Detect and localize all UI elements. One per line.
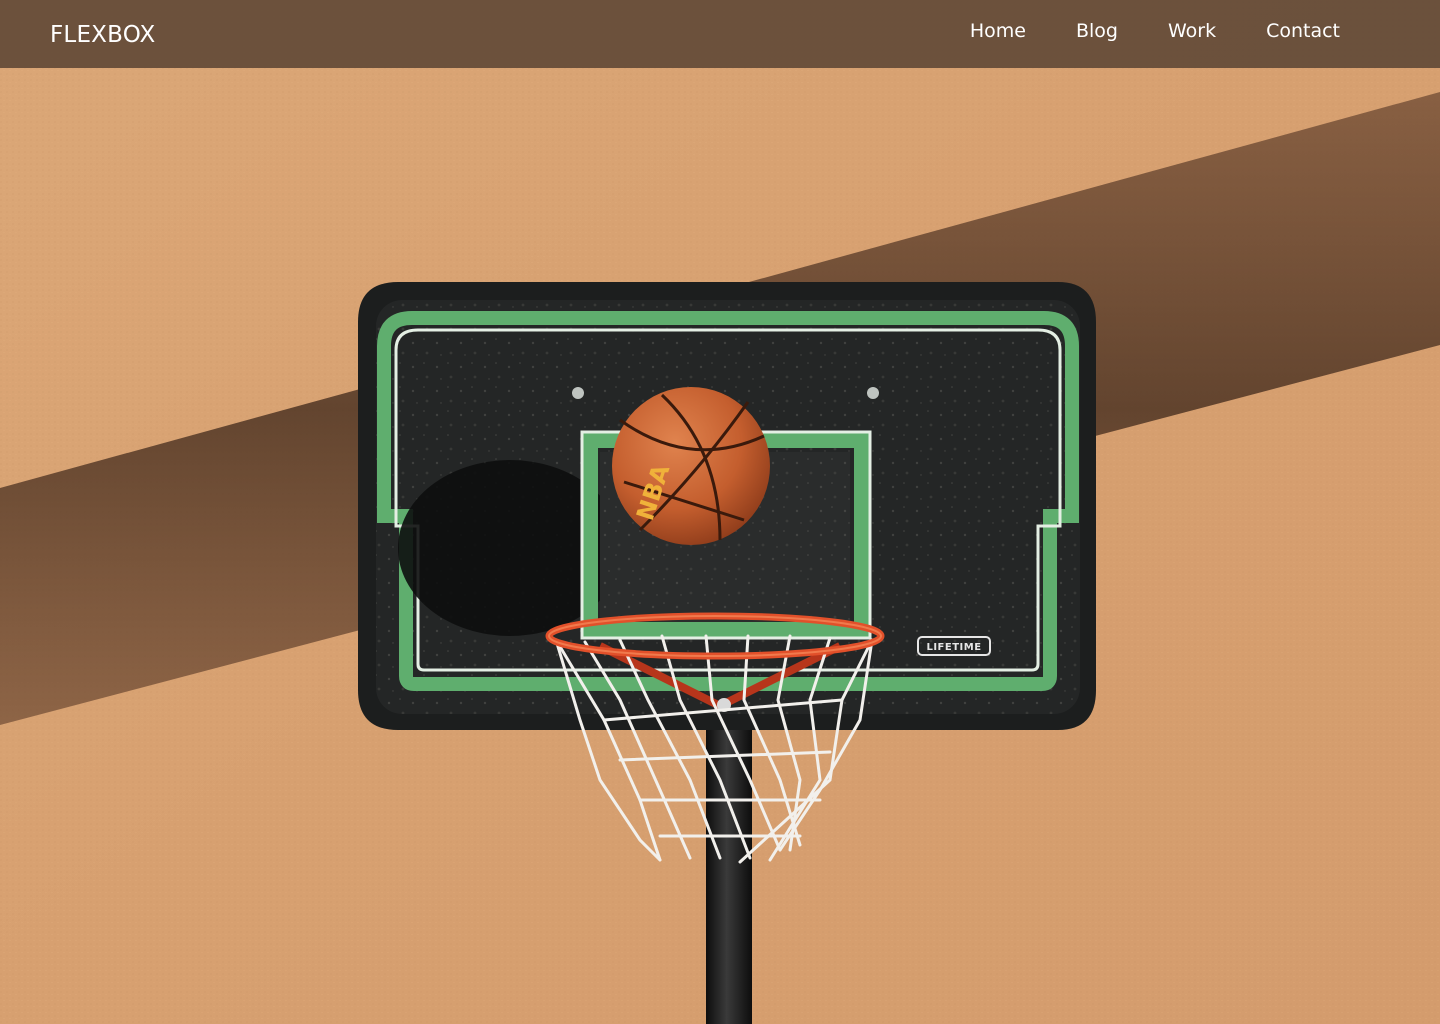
nav-link-work[interactable]: Work	[1168, 20, 1216, 42]
hero-image: LIFETIME NBA	[0, 0, 1440, 1024]
nav-link-home[interactable]: Home	[970, 20, 1026, 42]
hoop-pole	[706, 700, 752, 1024]
top-navbar: FLEXBOX Home Blog Work Contact	[0, 0, 1440, 68]
landing-page: LIFETIME NBA FLEXBOX Home Blog Work Cont…	[0, 0, 1440, 1024]
backboard-brand-label: LIFETIME	[926, 642, 981, 653]
nav-link-contact[interactable]: Contact	[1266, 20, 1340, 42]
basketball: NBA	[612, 387, 770, 545]
brand-logo[interactable]: FLEXBOX	[50, 20, 156, 48]
nav-links: Home Blog Work Contact	[970, 20, 1340, 42]
nav-link-blog[interactable]: Blog	[1076, 20, 1118, 42]
